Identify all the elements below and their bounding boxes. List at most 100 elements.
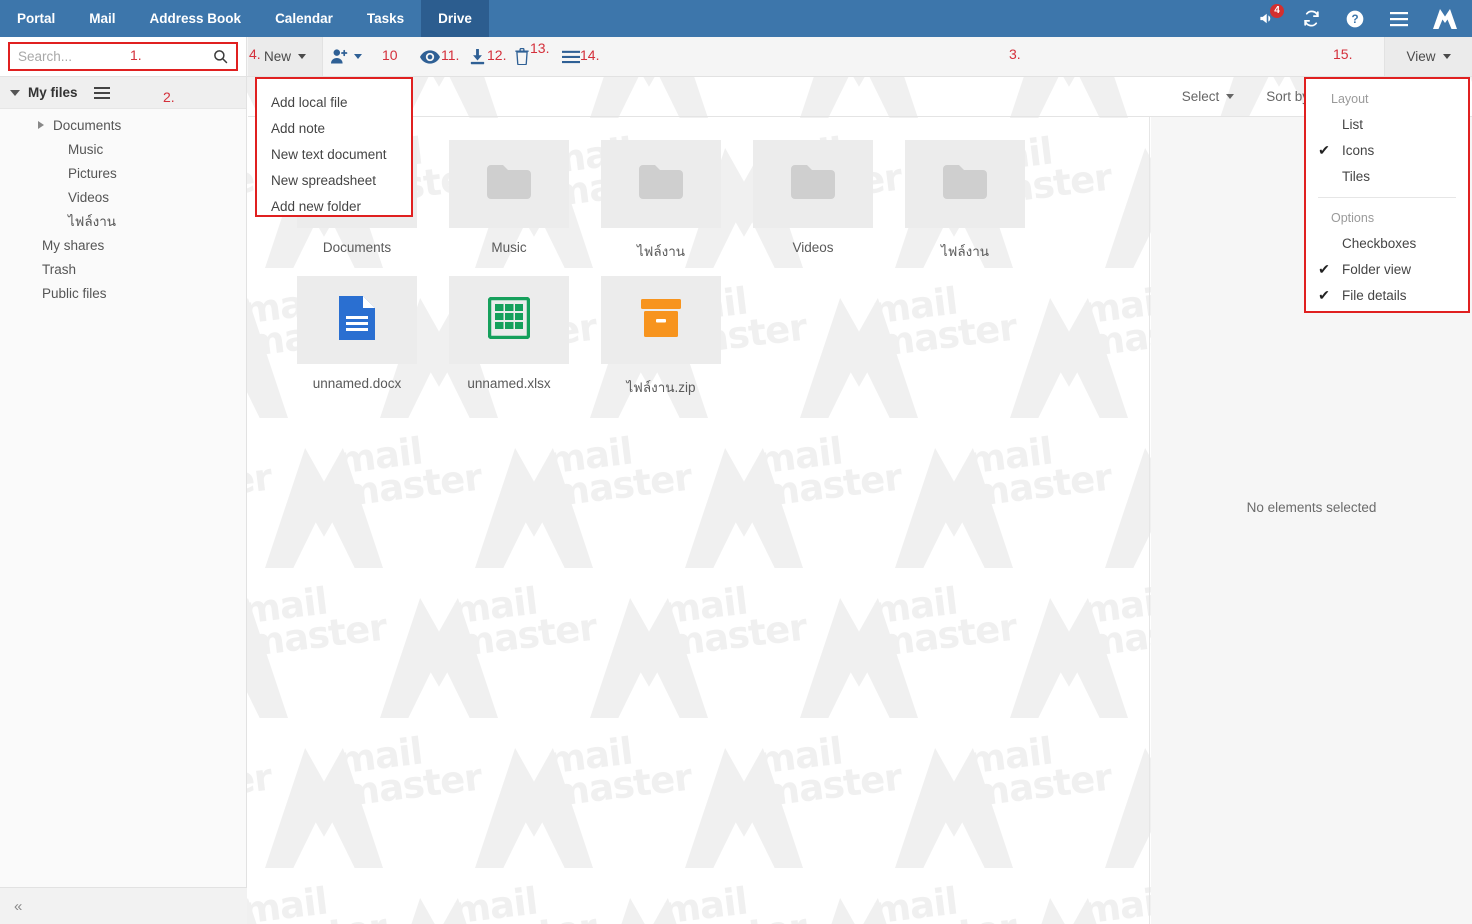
sidebar-item-my-shares[interactable]: My shares	[0, 233, 246, 257]
topnav-item-drive[interactable]: Drive	[421, 0, 489, 37]
sidebar-item-ไฟล์งาน[interactable]: ไฟล์งาน	[0, 209, 246, 233]
file-thumbnail[interactable]	[297, 276, 417, 364]
sidebar-item-label: My shares	[42, 237, 105, 253]
sidebar-root-label: My files	[28, 85, 78, 100]
sidebar-item-label: Pictures	[68, 165, 117, 181]
list-options-icon[interactable]	[562, 50, 580, 64]
mailmaster-logo	[1432, 8, 1458, 30]
file-tile[interactable]: Videos	[737, 140, 889, 262]
annotation-marker-3: 3.	[1009, 46, 1021, 62]
folder-icon	[789, 163, 837, 206]
file-thumbnail[interactable]	[753, 140, 873, 228]
sidebar-item-public-files[interactable]: Public files	[0, 281, 246, 305]
annotation-marker-10: 10	[382, 47, 398, 63]
new-menu-item-add-note[interactable]: Add note	[271, 115, 411, 141]
file-tile[interactable]: ไฟล์งาน	[585, 140, 737, 262]
search-input[interactable]	[18, 49, 213, 64]
sort-by-label: Sort by	[1266, 89, 1309, 104]
view-button[interactable]: View	[1384, 37, 1472, 76]
file-tile[interactable]: unnamed.docx	[281, 276, 433, 398]
sidebar-collapse-button[interactable]: «	[0, 887, 247, 924]
file-tile[interactable]: ไฟล์งาน	[889, 140, 1041, 262]
folder-icon	[485, 163, 533, 206]
file-thumbnail[interactable]	[601, 276, 721, 364]
view-button-label: View	[1406, 49, 1436, 64]
sidebar-item-label: Trash	[42, 261, 77, 277]
folder-icon	[487, 164, 531, 199]
menu-icon[interactable]	[1388, 8, 1410, 30]
file-name-label: unnamed.docx	[312, 376, 402, 391]
view-option-label: Folder view	[1342, 261, 1412, 277]
no-selection-message: No elements selected	[1246, 500, 1377, 515]
topnav-item-tasks[interactable]: Tasks	[350, 0, 421, 37]
file-thumbnail[interactable]	[905, 140, 1025, 228]
chevron-right-icon[interactable]	[38, 121, 53, 129]
search-icon[interactable]	[213, 49, 228, 64]
view-option-label: File details	[1342, 287, 1407, 303]
view-option-file-details[interactable]: ✔ File details	[1306, 282, 1468, 308]
select-chevron-down-icon	[1226, 94, 1235, 99]
preview-eye-icon[interactable]	[420, 49, 440, 64]
sidebar-item-documents[interactable]: Documents	[0, 113, 246, 137]
download-icon[interactable]	[470, 48, 485, 65]
sidebar-tree: Documents Music Pictures Videos ไฟล์งาน My sh…	[0, 109, 246, 305]
topnav-icon-group: 4 ?	[1256, 0, 1472, 37]
view-layout-option-list[interactable]: List	[1306, 111, 1468, 137]
new-menu-item-new-spreadsheet[interactable]: New spreadsheet	[271, 167, 411, 193]
sidebar: My files Documents Music Pictures Videos ไฟล…	[0, 77, 247, 924]
file-name-label: Videos	[792, 240, 834, 255]
layout-section-heading: Layout	[1331, 92, 1369, 106]
view-layout-option-tiles[interactable]: Tiles	[1306, 163, 1468, 189]
file-tile[interactable]: unnamed.xlsx	[433, 276, 585, 398]
new-button-label: New	[264, 49, 292, 64]
refresh-icon[interactable]	[1300, 8, 1322, 30]
folder-icon	[639, 164, 683, 199]
topnav-item-mail[interactable]: Mail	[72, 0, 132, 37]
main-toolbar: New View	[0, 37, 1472, 77]
view-layout-option-icons[interactable]: ✔ Icons	[1306, 137, 1468, 163]
new-menu-item-add-local-file[interactable]: Add local file	[271, 89, 411, 115]
file-tile[interactable]: Music	[433, 140, 585, 262]
topnav-item-calendar[interactable]: Calendar	[258, 0, 350, 37]
annotation-marker-1: 1.	[130, 47, 142, 63]
announcement-icon[interactable]: 4	[1256, 2, 1285, 30]
check-icon: ✔	[1318, 286, 1330, 303]
folder-icon	[941, 163, 989, 206]
options-section-heading: Options	[1331, 211, 1375, 225]
file-name-label: unnamed.xlsx	[467, 376, 551, 391]
view-layout-option-label: List	[1342, 116, 1364, 132]
chevron-down-icon	[10, 89, 20, 96]
annotation-marker-4: 4.	[249, 46, 261, 62]
help-icon[interactable]: ?	[1344, 8, 1366, 30]
sidebar-item-music[interactable]: Music	[0, 137, 246, 161]
view-option-checkboxes[interactable]: Checkboxes	[1306, 230, 1468, 256]
new-dropdown-menu: Add local file Add note New text document N…	[255, 77, 413, 217]
share-user-add-icon[interactable]	[330, 48, 362, 65]
annotation-marker-15: 15.	[1333, 46, 1353, 62]
annotation-marker-11: 11.	[441, 47, 460, 63]
sidebar-item-label: Public files	[42, 285, 107, 301]
view-panel-divider	[1318, 197, 1456, 198]
search-container	[0, 37, 247, 76]
delete-trash-icon[interactable]	[515, 48, 529, 65]
new-menu-item-new-text-document[interactable]: New text document	[271, 141, 411, 167]
file-thumbnail[interactable]	[449, 276, 569, 364]
sidebar-item-pictures[interactable]: Pictures	[0, 161, 246, 185]
file-tile[interactable]: ไฟล์งาน.zip	[585, 276, 737, 398]
select-label: Select	[1181, 89, 1220, 104]
sidebar-menu-icon[interactable]	[93, 86, 110, 99]
file-thumbnail[interactable]	[449, 140, 569, 228]
sidebar-root-my-files[interactable]: My files	[0, 77, 246, 109]
topnav-item-address-book[interactable]: Address Book	[133, 0, 259, 37]
topnav-item-portal[interactable]: Portal	[0, 0, 72, 37]
search-highlight-box	[8, 42, 238, 71]
folder-icon	[791, 164, 835, 199]
file-name-label: ไฟล์งาน.zip	[626, 380, 696, 395]
view-option-folder-view[interactable]: ✔ Folder view	[1306, 256, 1468, 282]
annotation-marker-2: 2.	[163, 89, 175, 105]
select-dropdown[interactable]: Select	[1166, 77, 1251, 116]
sidebar-item-trash[interactable]: Trash	[0, 257, 246, 281]
sidebar-item-videos[interactable]: Videos	[0, 185, 246, 209]
file-thumbnail[interactable]	[601, 140, 721, 228]
new-menu-item-add-new-folder[interactable]: Add new folder	[271, 193, 411, 219]
